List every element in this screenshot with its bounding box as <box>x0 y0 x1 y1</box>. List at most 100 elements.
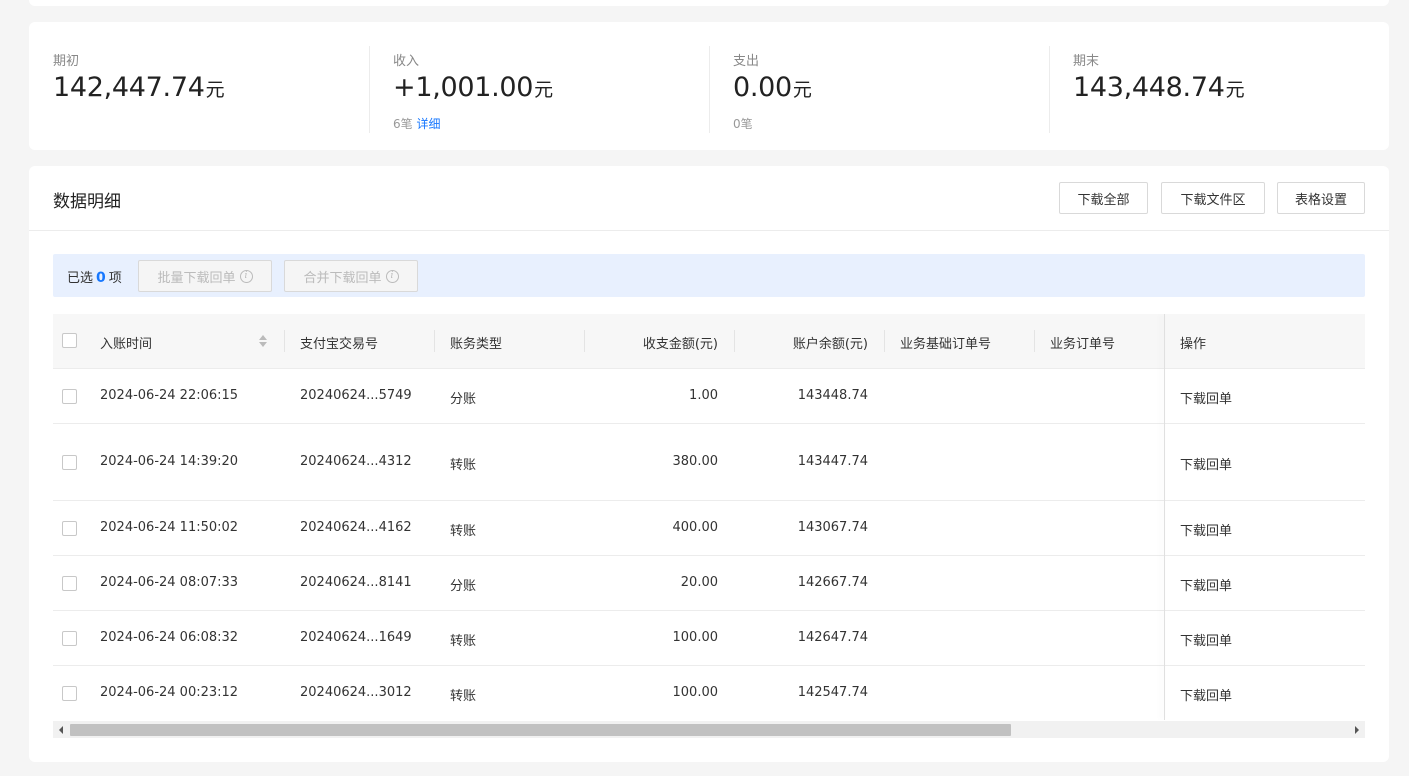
expense-stat: 支出 0.00元 0笔 <box>733 46 1049 133</box>
column-header-amount: 收支金额(元) <box>642 337 718 352</box>
table-row: 2024-06-24 00:23:12 20240624...3012 转账 100.… <box>53 666 1365 720</box>
cell-amount: 1.00 <box>689 388 718 403</box>
balance-summary-card: 期初 142,447.74元 收入 +1,001.00元 6笔 详细 支出 0.… <box>29 22 1389 150</box>
cell-type: 转账 <box>450 634 477 649</box>
income-detail-link[interactable]: 详细 <box>416 117 440 131</box>
opening-amount: 142,447.74 <box>53 72 205 103</box>
detail-title: 数据明细 <box>53 192 121 212</box>
merge-download-label: 合并下载回单 <box>303 270 382 286</box>
select-all-checkbox[interactable] <box>62 333 77 348</box>
cell-time: 2024-06-24 22:06:15 <box>100 388 239 403</box>
scrollbar-thumb[interactable] <box>70 724 1011 736</box>
cell-amount: 400.00 <box>672 520 719 535</box>
closing-label: 期末 <box>1073 54 1100 69</box>
opening-balance-stat: 期初 142,447.74元 <box>53 46 369 133</box>
sort-icon[interactable] <box>259 334 267 348</box>
column-header-trade-no: 支付宝交易号 <box>300 337 379 352</box>
cell-amount: 380.00 <box>672 454 719 469</box>
top-card-edge <box>29 0 1389 6</box>
cell-trade-no: 20240624...4312 <box>300 454 412 469</box>
table-row: 2024-06-24 14:39:20 20240624...4312 转账 380.… <box>53 424 1365 501</box>
stat-divider <box>369 46 370 133</box>
closing-balance-stat: 期末 143,448.74元 <box>1073 46 1389 133</box>
selection-count: 0 <box>96 270 106 286</box>
cell-trade-no: 20240624...5749 <box>300 388 412 403</box>
column-header-time[interactable]: 入账时间 <box>100 333 152 352</box>
column-header-type: 账务类型 <box>450 337 503 352</box>
selection-info: 已选 0 项 <box>67 267 122 286</box>
opening-label: 期初 <box>53 54 80 69</box>
cell-time: 2024-06-24 08:07:33 <box>100 575 239 590</box>
download-receipt-link[interactable]: 下载回单 <box>1180 520 1232 539</box>
merge-download-button[interactable]: 合并下载回单 i <box>284 260 418 292</box>
cell-type: 分账 <box>450 579 477 594</box>
batch-download-button[interactable]: 批量下载回单 i <box>138 260 272 292</box>
cell-balance: 143067.74 <box>797 520 868 535</box>
expense-value: 0.00元 <box>733 72 812 103</box>
row-checkbox[interactable] <box>62 686 77 701</box>
income-value: +1,001.00元 <box>393 72 553 103</box>
expense-unit: 元 <box>792 79 812 101</box>
scroll-left-icon[interactable] <box>59 726 63 734</box>
row-checkbox[interactable] <box>62 631 77 646</box>
table-row: 2024-06-24 08:07:33 20240624...8141 分账 20.0… <box>53 556 1365 611</box>
column-separator <box>1034 330 1035 352</box>
table-settings-button[interactable]: 表格设置 <box>1277 182 1365 214</box>
cell-time: 2024-06-24 14:39:20 <box>100 454 239 469</box>
column-header-base-order: 业务基础订单号 <box>900 337 992 352</box>
closing-amount: 143,448.74 <box>1073 72 1225 103</box>
income-unit: 元 <box>534 79 554 101</box>
cell-balance: 142667.74 <box>797 575 868 590</box>
income-count: 6笔 <box>393 117 413 131</box>
cell-trade-no: 20240624...1649 <box>300 630 412 645</box>
cell-type: 分账 <box>450 392 477 407</box>
cell-trade-no: 20240624...3012 <box>300 685 412 700</box>
table-row: 2024-06-24 11:50:02 20240624...4162 转账 400.… <box>53 501 1365 556</box>
expense-label: 支出 <box>733 54 760 69</box>
column-header-actions: 操作 <box>1180 337 1207 352</box>
horizontal-scrollbar[interactable] <box>53 721 1365 738</box>
income-amount: +1,001.00 <box>393 72 534 103</box>
expense-amount: 0.00 <box>733 72 792 103</box>
income-label: 收入 <box>393 54 420 69</box>
download-receipt-link[interactable]: 下载回单 <box>1180 685 1232 704</box>
download-all-button[interactable]: 下载全部 <box>1059 182 1148 214</box>
column-header-order: 业务订单号 <box>1050 337 1116 352</box>
table-row: 2024-06-24 06:08:32 20240624...1649 转账 100.… <box>53 611 1365 666</box>
row-checkbox[interactable] <box>62 455 77 470</box>
closing-unit: 元 <box>1225 79 1245 101</box>
table-row: 2024-06-24 22:06:15 20240624...5749 分账 1.00… <box>53 369 1365 424</box>
cell-type: 转账 <box>450 689 477 704</box>
download-receipt-link[interactable]: 下载回单 <box>1180 630 1232 649</box>
header-divider <box>29 230 1389 231</box>
closing-value: 143,448.74元 <box>1073 72 1245 103</box>
row-checkbox[interactable] <box>62 389 77 404</box>
download-receipt-link[interactable]: 下载回单 <box>1180 575 1232 594</box>
transactions-table: 入账时间 支付宝交易号 账务类型 收支金额(元) 账户余额(元) 业务基础订单号… <box>53 314 1365 720</box>
cell-type: 转账 <box>450 524 477 539</box>
info-icon: i <box>239 269 253 283</box>
download-receipt-link[interactable]: 下载回单 <box>1180 454 1232 473</box>
data-detail-card: 数据明细 下载全部 下载文件区 表格设置 已选 0 项 批量下载回单 i 合并下载回单… <box>29 166 1389 762</box>
download-area-button[interactable]: 下载文件区 <box>1161 182 1265 214</box>
cell-trade-no: 20240624...4162 <box>300 520 412 535</box>
column-header-balance: 账户余额(元) <box>792 337 868 352</box>
column-separator <box>434 330 435 352</box>
fixed-column-divider <box>1164 314 1165 720</box>
scroll-right-icon[interactable] <box>1355 726 1359 734</box>
cell-time: 2024-06-24 11:50:02 <box>100 520 239 535</box>
table-header: 入账时间 支付宝交易号 账务类型 收支金额(元) 账户余额(元) 业务基础订单号… <box>53 314 1365 369</box>
cell-trade-no: 20240624...8141 <box>300 575 412 590</box>
income-stat: 收入 +1,001.00元 6笔 详细 <box>393 46 709 133</box>
info-icon: i <box>385 269 399 283</box>
row-checkbox[interactable] <box>62 576 77 591</box>
selection-bar: 已选 0 项 批量下载回单 i 合并下载回单 i <box>53 254 1365 297</box>
batch-download-label: 批量下载回单 <box>157 270 236 286</box>
stat-divider <box>1049 46 1050 133</box>
row-checkbox[interactable] <box>62 521 77 536</box>
opening-unit: 元 <box>205 79 225 101</box>
selection-suffix: 项 <box>108 271 122 286</box>
cell-amount: 100.00 <box>672 685 719 700</box>
expense-count: 0笔 <box>733 117 753 131</box>
download-receipt-link[interactable]: 下载回单 <box>1180 388 1232 407</box>
